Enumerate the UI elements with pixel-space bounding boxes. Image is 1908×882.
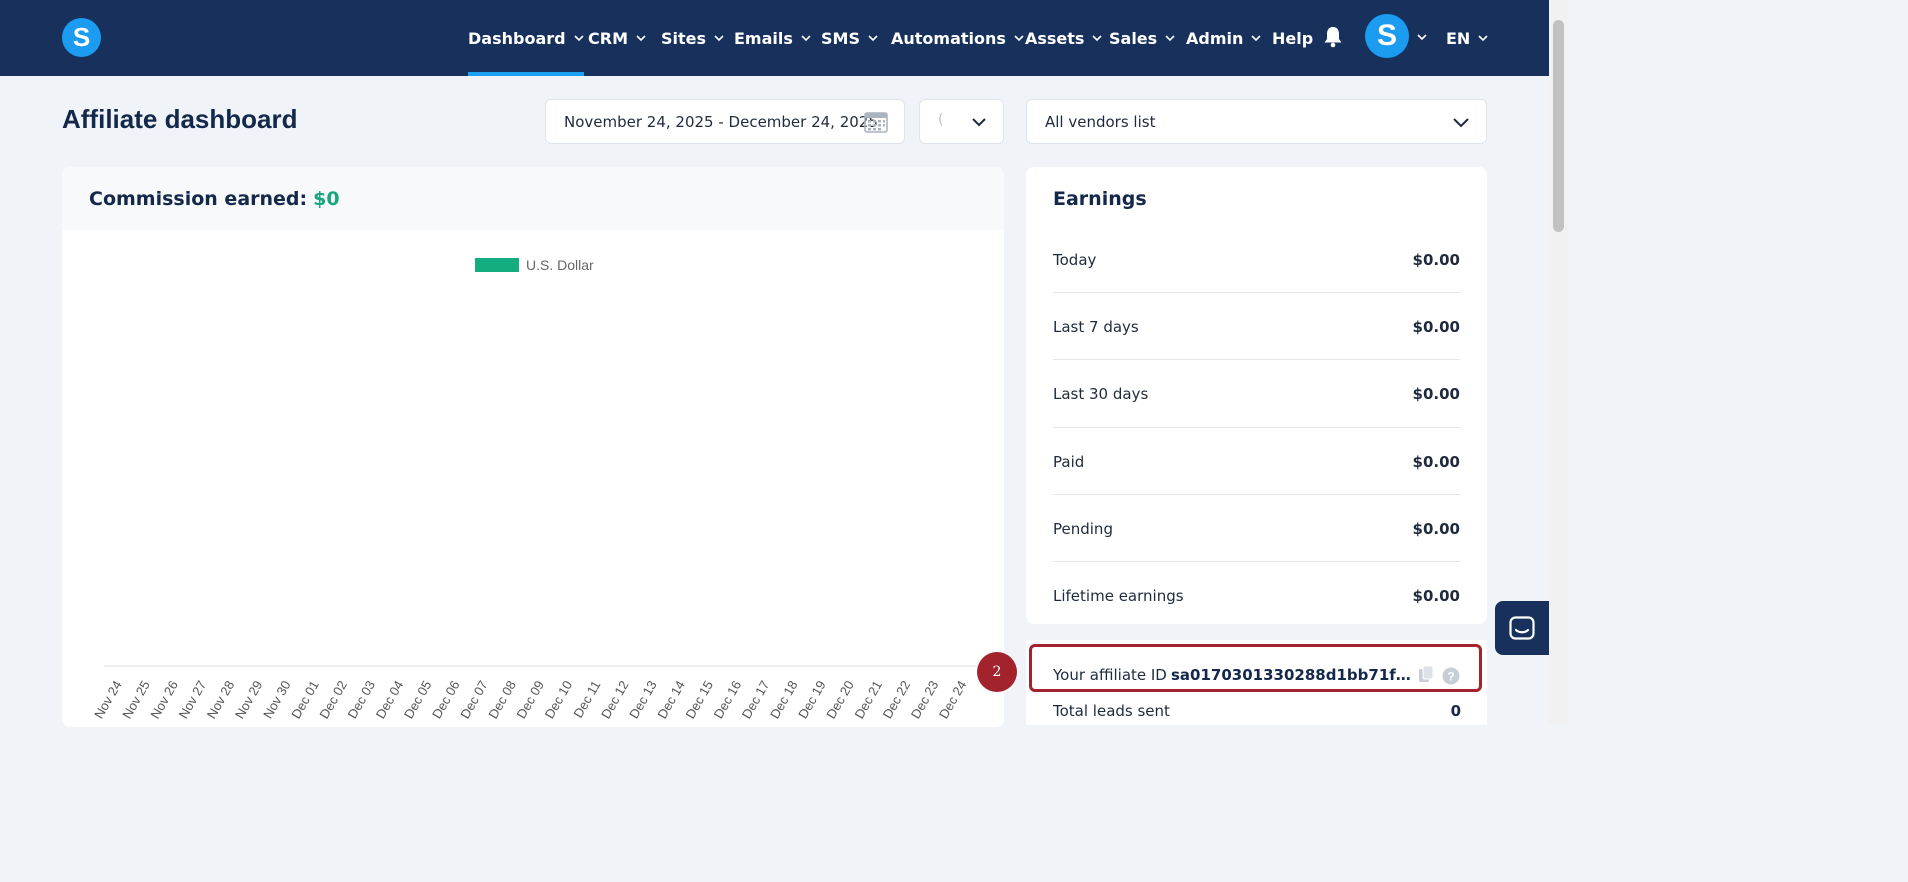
date-range-value: November 24, 2025 - December 24, 2025 bbox=[564, 112, 878, 131]
nav-sms[interactable]: SMS bbox=[821, 0, 878, 76]
earnings-value: $0.00 bbox=[1412, 519, 1460, 538]
earnings-value: $0.00 bbox=[1412, 586, 1460, 605]
earnings-title: Earnings bbox=[1053, 188, 1147, 210]
affiliate-id-label: Your affiliate ID bbox=[1053, 666, 1167, 684]
vendor-select-value: All vendors list bbox=[1045, 112, 1156, 131]
nav-emails-label: Emails bbox=[734, 28, 793, 48]
earnings-row-pending: Pending $0.00 bbox=[1053, 495, 1460, 562]
earnings-label: Paid bbox=[1053, 452, 1085, 471]
help-icon[interactable]: ? bbox=[1442, 667, 1460, 685]
total-leads-label: Total leads sent bbox=[1053, 702, 1170, 720]
nav-sites[interactable]: Sites bbox=[661, 0, 724, 76]
earnings-row-last-7-days: Last 7 days $0.00 bbox=[1053, 293, 1460, 360]
commission-card: Commission earned: $0 U.S. Dollar Nov 24… bbox=[62, 167, 1004, 727]
top-nav-bar: S Dashboard CRM Sites Emails SMS Automat… bbox=[0, 0, 1549, 76]
earnings-row-paid: Paid $0.00 bbox=[1053, 428, 1460, 495]
chat-icon bbox=[1509, 616, 1535, 640]
chevron-down-icon bbox=[1092, 35, 1103, 42]
step-badge: 2 bbox=[977, 652, 1017, 692]
nav-assets[interactable]: Assets bbox=[1025, 0, 1103, 76]
nav-help-label: Help bbox=[1272, 28, 1314, 48]
nav-sales-label: Sales bbox=[1109, 28, 1158, 48]
chevron-down-icon bbox=[801, 35, 811, 42]
x-tick-label: Dec 10 bbox=[542, 678, 576, 721]
copy-icon[interactable] bbox=[1418, 665, 1434, 683]
chevron-down-icon bbox=[1453, 118, 1469, 128]
bell-icon[interactable] bbox=[1323, 26, 1343, 48]
commission-chart: U.S. Dollar Nov 24Nov 25Nov 26Nov 27Nov … bbox=[91, 257, 977, 721]
earnings-value: $0.00 bbox=[1412, 250, 1460, 269]
earnings-card: Earnings Today $0.00 Last 7 days $0.00 L… bbox=[1026, 167, 1487, 624]
earnings-value: $0.00 bbox=[1412, 317, 1460, 336]
chart-legend: U.S. Dollar bbox=[475, 257, 594, 273]
page-scrollbar[interactable] bbox=[1549, 0, 1568, 725]
earnings-value: $0.00 bbox=[1412, 452, 1460, 471]
total-leads-value: 0 bbox=[1450, 702, 1461, 720]
x-tick-label: Dec 24 bbox=[936, 678, 970, 721]
page-title: Affiliate dashboard bbox=[62, 104, 298, 134]
chevron-down-icon bbox=[1478, 35, 1488, 42]
commission-label: Commission earned: bbox=[89, 187, 308, 210]
nav-automations[interactable]: Automations bbox=[891, 0, 1024, 76]
date-range-picker[interactable]: November 24, 2025 - December 24, 2025 bbox=[545, 99, 905, 144]
secondary-select-value: ( bbox=[938, 112, 944, 128]
chevron-down-icon bbox=[1165, 35, 1175, 42]
vendor-select[interactable]: All vendors list bbox=[1026, 99, 1487, 144]
commission-header: Commission earned: $0 bbox=[62, 167, 1004, 230]
legend-label: U.S. Dollar bbox=[526, 257, 594, 273]
chart-x-tick-labels: Nov 24Nov 25Nov 26Nov 27Nov 28Nov 29Nov … bbox=[91, 678, 969, 721]
nav-dashboard-label: Dashboard bbox=[468, 28, 566, 48]
user-avatar[interactable]: S bbox=[1365, 14, 1409, 58]
nav-dashboard[interactable]: Dashboard bbox=[468, 0, 584, 76]
legend-swatch bbox=[475, 258, 519, 272]
nav-sites-label: Sites bbox=[661, 28, 707, 48]
chevron-down-icon bbox=[972, 118, 986, 127]
chevron-down-icon bbox=[574, 35, 584, 42]
earnings-label: Lifetime earnings bbox=[1053, 586, 1184, 605]
nav-admin-label: Admin bbox=[1186, 28, 1244, 48]
earnings-row-last-30-days: Last 30 days $0.00 bbox=[1053, 360, 1460, 427]
scrollbar-thumb[interactable] bbox=[1553, 20, 1564, 232]
chevron-down-icon[interactable] bbox=[1417, 32, 1427, 42]
nav-assets-label: Assets bbox=[1025, 28, 1085, 48]
earnings-value: $0.00 bbox=[1412, 384, 1460, 403]
nav-crm[interactable]: CRM bbox=[588, 0, 646, 76]
language-label: EN bbox=[1446, 28, 1471, 48]
nav-admin[interactable]: Admin bbox=[1186, 0, 1261, 76]
earnings-label: Last 7 days bbox=[1053, 317, 1139, 336]
chevron-down-icon bbox=[1251, 35, 1261, 42]
earnings-row-today: Today $0.00 bbox=[1053, 226, 1460, 293]
affiliate-id-value[interactable]: sa0170301330288d1bb71fe0881... bbox=[1171, 666, 1411, 684]
earnings-label: Today bbox=[1053, 250, 1097, 269]
chevron-down-icon bbox=[636, 35, 646, 42]
earnings-label: Last 30 days bbox=[1053, 384, 1149, 403]
nav-help[interactable]: Help bbox=[1272, 0, 1313, 76]
chevron-down-icon bbox=[868, 35, 878, 42]
chevron-down-icon bbox=[1014, 35, 1024, 42]
nav-crm-label: CRM bbox=[588, 28, 628, 48]
nav-sales[interactable]: Sales bbox=[1109, 0, 1175, 76]
earnings-label: Pending bbox=[1053, 519, 1113, 538]
app-logo[interactable]: S bbox=[62, 18, 101, 57]
svg-text:?: ? bbox=[1447, 670, 1454, 684]
commission-value: $0 bbox=[313, 187, 340, 210]
chat-widget-button[interactable] bbox=[1495, 601, 1549, 655]
calendar-icon[interactable] bbox=[864, 111, 888, 133]
secondary-select[interactable]: ( bbox=[919, 99, 1004, 144]
earnings-row-lifetime: Lifetime earnings $0.00 bbox=[1053, 562, 1460, 629]
chevron-down-icon bbox=[714, 35, 724, 42]
nav-automations-label: Automations bbox=[891, 28, 1006, 48]
language-selector[interactable]: EN bbox=[1446, 0, 1488, 76]
nav-sms-label: SMS bbox=[821, 28, 860, 48]
nav-emails[interactable]: Emails bbox=[734, 0, 811, 76]
